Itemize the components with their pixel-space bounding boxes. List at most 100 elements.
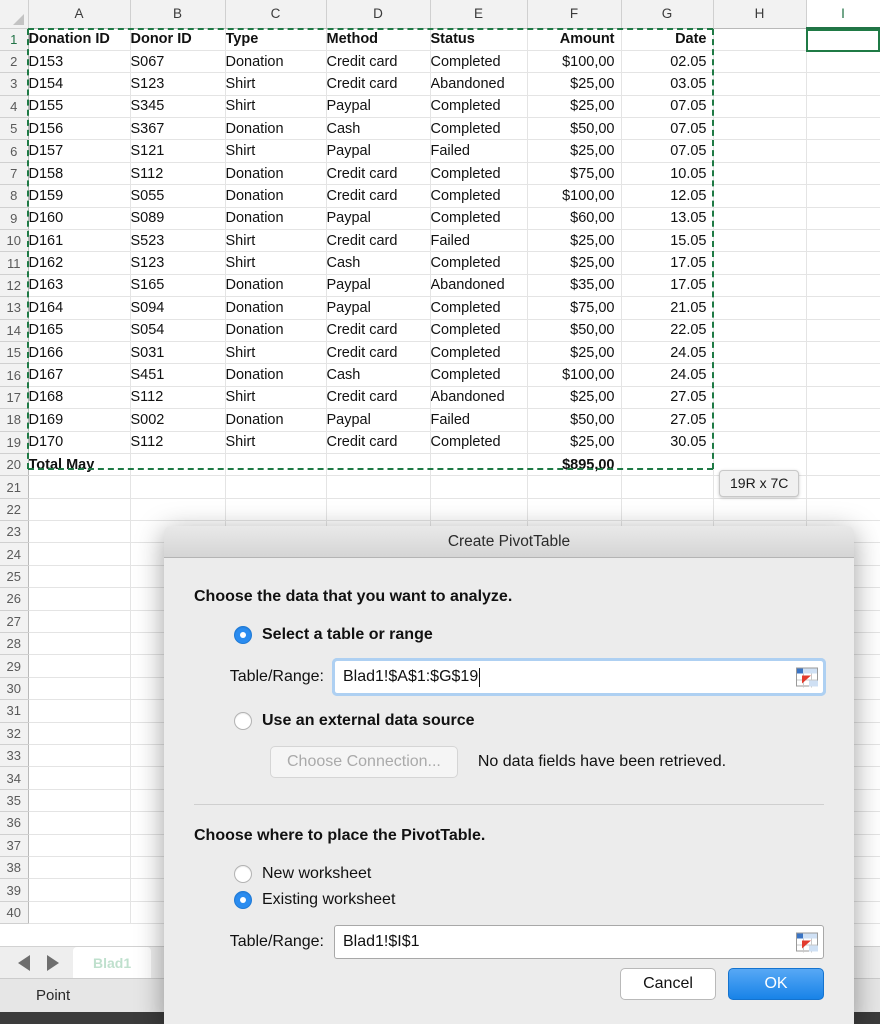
cell[interactable] <box>713 319 806 341</box>
cell[interactable]: Completed <box>430 50 527 72</box>
cell[interactable] <box>28 901 130 923</box>
select-all-corner[interactable] <box>0 0 28 28</box>
cell[interactable]: Paypal <box>326 207 430 229</box>
cell[interactable]: $25,00 <box>527 95 621 117</box>
cell[interactable]: 07.05 <box>621 95 713 117</box>
cell[interactable]: S523 <box>130 230 225 252</box>
cell[interactable]: Shirt <box>225 95 326 117</box>
cell[interactable]: D162 <box>28 252 130 274</box>
radio-external-source-icon[interactable] <box>234 712 252 730</box>
cell[interactable]: S089 <box>130 207 225 229</box>
cell[interactable]: 27.05 <box>621 386 713 408</box>
table-row[interactable]: 2D153S067DonationCredit cardCompleted$10… <box>0 50 880 72</box>
cell[interactable]: $25,00 <box>527 73 621 95</box>
row-header-12[interactable]: 12 <box>0 274 28 296</box>
cell[interactable] <box>806 118 880 140</box>
row-header-40[interactable]: 40 <box>0 901 28 923</box>
cell[interactable]: $60,00 <box>527 207 621 229</box>
cell[interactable] <box>430 453 527 475</box>
row-header-24[interactable]: 24 <box>0 543 28 565</box>
cell[interactable] <box>28 856 130 878</box>
cell[interactable]: Total May <box>28 453 130 475</box>
table-range-input[interactable]: Blad1!$A$1:$G$19 <box>334 660 824 694</box>
cell[interactable] <box>130 453 225 475</box>
cell[interactable]: Credit card <box>326 431 430 453</box>
cell[interactable] <box>28 789 130 811</box>
table-row[interactable]: 17D168S112ShirtCredit cardAbandoned$25,0… <box>0 386 880 408</box>
cell[interactable]: Completed <box>430 162 527 184</box>
cell[interactable] <box>713 230 806 252</box>
cell[interactable]: D159 <box>28 185 130 207</box>
cell[interactable] <box>28 677 130 699</box>
cell[interactable]: Credit card <box>326 162 430 184</box>
radio-new-worksheet-icon[interactable] <box>234 865 252 883</box>
cell[interactable] <box>130 476 225 498</box>
cell[interactable] <box>713 498 806 520</box>
cell[interactable] <box>806 431 880 453</box>
row-header-3[interactable]: 3 <box>0 73 28 95</box>
cell[interactable] <box>28 610 130 632</box>
cell[interactable] <box>28 655 130 677</box>
cell[interactable]: D164 <box>28 297 130 319</box>
cell[interactable] <box>713 297 806 319</box>
cell[interactable] <box>713 185 806 207</box>
cell[interactable]: $100,00 <box>527 50 621 72</box>
row-header-14[interactable]: 14 <box>0 319 28 341</box>
cell[interactable]: D166 <box>28 341 130 363</box>
cell[interactable]: Status <box>430 28 527 50</box>
cell[interactable] <box>28 543 130 565</box>
column-header-c[interactable]: C <box>225 0 326 28</box>
row-header-8[interactable]: 8 <box>0 185 28 207</box>
cell[interactable]: $50,00 <box>527 409 621 431</box>
cell[interactable]: Abandoned <box>430 274 527 296</box>
table-row[interactable]: 19D170S112ShirtCredit cardCompleted$25,0… <box>0 431 880 453</box>
row-header-35[interactable]: 35 <box>0 789 28 811</box>
cell[interactable]: $50,00 <box>527 118 621 140</box>
row-header-1[interactable]: 1 <box>0 28 28 50</box>
row-header-4[interactable]: 4 <box>0 95 28 117</box>
cell[interactable]: $25,00 <box>527 252 621 274</box>
row-header-18[interactable]: 18 <box>0 409 28 431</box>
cell[interactable]: S067 <box>130 50 225 72</box>
column-header-d[interactable]: D <box>326 0 430 28</box>
table-row[interactable]: 14D165S054DonationCredit cardCompleted$5… <box>0 319 880 341</box>
next-sheet-icon[interactable] <box>47 955 59 971</box>
cell[interactable] <box>28 722 130 744</box>
cell[interactable] <box>527 498 621 520</box>
cell[interactable] <box>28 834 130 856</box>
cell[interactable]: Cash <box>326 252 430 274</box>
cell[interactable]: D153 <box>28 50 130 72</box>
cell[interactable] <box>806 409 880 431</box>
cell[interactable] <box>28 521 130 543</box>
cell[interactable]: $100,00 <box>527 364 621 386</box>
cell[interactable]: S002 <box>130 409 225 431</box>
row-header-2[interactable]: 2 <box>0 50 28 72</box>
cell[interactable] <box>713 140 806 162</box>
cell[interactable]: D155 <box>28 95 130 117</box>
cell[interactable] <box>806 162 880 184</box>
destination-range-input[interactable]: Blad1!$I$1 <box>334 925 824 959</box>
cell[interactable] <box>713 207 806 229</box>
cell[interactable]: $25,00 <box>527 341 621 363</box>
table-row[interactable]: 4D155S345ShirtPaypalCompleted$25,0007.05 <box>0 95 880 117</box>
cell[interactable]: Shirt <box>225 230 326 252</box>
cell[interactable]: S094 <box>130 297 225 319</box>
ok-button[interactable]: OK <box>728 968 824 1000</box>
cell[interactable]: D156 <box>28 118 130 140</box>
cell[interactable] <box>527 476 621 498</box>
cell[interactable]: Donation <box>225 409 326 431</box>
cell[interactable]: 03.05 <box>621 73 713 95</box>
cell[interactable]: Completed <box>430 297 527 319</box>
row-header-30[interactable]: 30 <box>0 677 28 699</box>
row-header-23[interactable]: 23 <box>0 521 28 543</box>
column-header-h[interactable]: H <box>713 0 806 28</box>
cell[interactable] <box>713 118 806 140</box>
row-header-37[interactable]: 37 <box>0 834 28 856</box>
row-header-6[interactable]: 6 <box>0 140 28 162</box>
cell[interactable] <box>806 453 880 475</box>
cell[interactable]: 15.05 <box>621 230 713 252</box>
cell[interactable] <box>806 50 880 72</box>
cell[interactable]: S054 <box>130 319 225 341</box>
cell[interactable]: $35,00 <box>527 274 621 296</box>
table-row[interactable]: 12D163S165DonationPaypalAbandoned$35,001… <box>0 274 880 296</box>
